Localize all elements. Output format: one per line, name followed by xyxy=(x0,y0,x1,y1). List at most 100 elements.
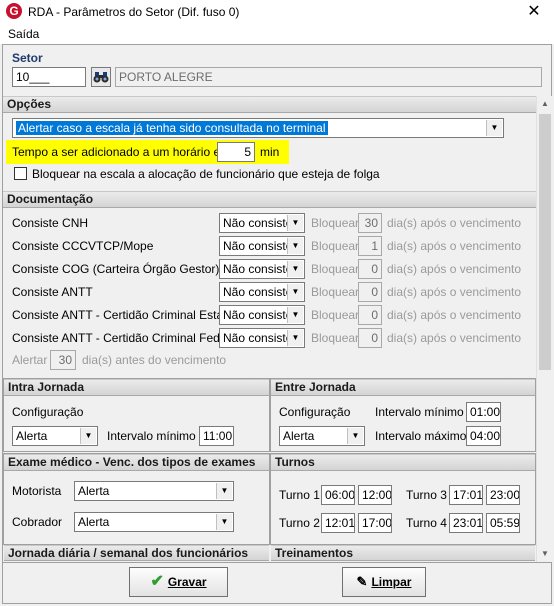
chevron-down-icon[interactable]: ▼ xyxy=(80,428,96,444)
clear-button[interactable]: ✎ Limpar xyxy=(342,567,426,597)
chevron-down-icon[interactable]: ▼ xyxy=(216,514,232,530)
bloquear-folga-label: Bloquear na escala a alocação de funcion… xyxy=(32,167,380,181)
scroll-up-icon[interactable]: ▲ xyxy=(537,96,553,112)
doc-row-block-label: Bloquear xyxy=(311,331,360,345)
tempo-input[interactable]: 5 xyxy=(217,142,255,162)
entre-min-input[interactable]: 01:00 xyxy=(466,402,501,422)
doc-row-block-label: Bloquear xyxy=(311,285,360,299)
doc-row-select[interactable]: Não consiste ▼ xyxy=(219,305,305,325)
turno-3-start-input[interactable]: 17:01 xyxy=(449,485,483,505)
doc-row-days-input: 0 xyxy=(358,328,382,348)
entre-config-label: Configuração xyxy=(279,405,351,419)
doc-row-after-label: dia(s) após o vencimento xyxy=(387,285,522,299)
doc-row-select-value: Não consiste xyxy=(223,239,293,253)
motorista-value: Alerta xyxy=(78,484,110,498)
exame-medico-header: Exame médico - Venc. dos tipos de exames xyxy=(4,454,269,471)
turno-3-label: Turno 3 xyxy=(406,488,447,502)
alertar-suffix: dia(s) antes do vencimento xyxy=(82,353,227,367)
entre-config-select[interactable]: Alerta ▼ xyxy=(279,426,365,446)
cobrador-value: Alerta xyxy=(78,515,110,529)
chevron-down-icon[interactable]: ▼ xyxy=(287,261,303,277)
save-label: Gravar xyxy=(167,575,207,589)
doc-row-select[interactable]: Não consiste ▼ xyxy=(219,328,305,348)
entre-jornada-header: Entre Jornada xyxy=(271,379,535,396)
intra-config-select[interactable]: Alerta ▼ xyxy=(12,426,98,446)
chevron-down-icon[interactable]: ▼ xyxy=(287,330,303,346)
setor-code-input[interactable]: 10___ xyxy=(12,67,86,87)
bloquear-folga-checkbox[interactable] xyxy=(14,167,27,180)
doc-row-label: Consiste ANTT xyxy=(12,285,93,299)
doc-row-after-label: dia(s) após o vencimento xyxy=(387,216,522,230)
chevron-down-icon[interactable]: ▼ xyxy=(287,238,303,254)
vertical-scrollbar[interactable]: ▲ ▼ xyxy=(536,96,552,562)
intra-interval-label: Intervalo mínimo xyxy=(107,429,196,443)
entre-min-label: Intervalo mínimo xyxy=(375,405,464,419)
tempo-unit: min xyxy=(260,145,280,159)
doc-row-label: Consiste CCCVTCP/Mope xyxy=(12,239,154,253)
doc-row-label: Consiste CNH xyxy=(12,216,89,230)
chevron-down-icon[interactable]: ▼ xyxy=(216,483,232,499)
turno-2-end-input[interactable]: 17:00 xyxy=(358,513,392,533)
turno-2-start-input[interactable]: 12:01 xyxy=(321,513,355,533)
intra-interval-input[interactable]: 11:00 xyxy=(199,426,234,446)
doc-row-days-input: 0 xyxy=(358,259,382,279)
chevron-down-icon[interactable]: ▼ xyxy=(287,284,303,300)
turno-1-end-input[interactable]: 12:00 xyxy=(358,485,392,505)
doc-row-select[interactable]: Não consiste ▼ xyxy=(219,282,305,302)
doc-row-label: Consiste COG (Carteira Órgão Gestor) xyxy=(12,262,220,276)
doc-row-block-label: Bloquear xyxy=(311,308,360,322)
doc-row-block-label: Bloquear xyxy=(311,262,360,276)
motorista-select[interactable]: Alerta ▼ xyxy=(74,481,234,501)
intra-jornada-header: Intra Jornada xyxy=(4,379,269,396)
scrollbar-thumb[interactable] xyxy=(539,114,551,370)
scroll-down-icon[interactable]: ▼ xyxy=(537,546,553,562)
window-title: RDA - Parâmetros do Setor (Dif. fuso 0) xyxy=(28,5,240,19)
turno-1-label: Turno 1 xyxy=(279,488,320,502)
doc-row-label: Consiste ANTT - Certidão Criminal Estadu… xyxy=(12,308,246,322)
doc-row-select-value: Não consiste xyxy=(223,216,293,230)
doc-row-select[interactable]: Não consiste ▼ xyxy=(219,236,305,256)
chevron-down-icon[interactable]: ▼ xyxy=(287,215,303,231)
intra-config-label: Configuração xyxy=(12,405,84,419)
chevron-down-icon[interactable]: ▼ xyxy=(347,428,363,444)
doc-row-block-label: Bloquear xyxy=(311,216,360,230)
doc-row-label: Consiste ANTT - Certidão Criminal Federa… xyxy=(12,331,240,345)
chevron-down-icon[interactable]: ▼ xyxy=(287,307,303,323)
close-icon[interactable]: ✕ xyxy=(520,2,548,22)
setor-label: Setor xyxy=(12,51,43,65)
eraser-icon: ✎ xyxy=(356,574,368,589)
cobrador-select[interactable]: Alerta ▼ xyxy=(74,512,234,532)
menu-bar: Saída xyxy=(0,24,554,44)
menu-item-saida[interactable]: Saída xyxy=(8,27,39,41)
app-logo-icon: G xyxy=(6,3,22,19)
doc-row-select-value: Não consiste xyxy=(223,285,293,299)
chevron-down-icon[interactable]: ▼ xyxy=(486,120,502,136)
entre-max-input[interactable]: 04:00 xyxy=(466,426,501,446)
turno-1-start-input[interactable]: 06:00 xyxy=(321,485,355,505)
doc-row-days-input: 0 xyxy=(358,305,382,325)
doc-row-after-label: dia(s) após o vencimento xyxy=(387,331,522,345)
alertar-label: Alertar xyxy=(12,353,48,367)
turno-4-start-input[interactable]: 23:01 xyxy=(449,513,483,533)
doc-row-select-value: Não consiste xyxy=(223,262,293,276)
jornada-header: Jornada diária / semanal dos funcionário… xyxy=(4,545,269,561)
turno-4-end-input[interactable]: 05:59 xyxy=(486,513,520,533)
binoculars-search-button[interactable] xyxy=(91,67,111,87)
doc-row-days-input: 1 xyxy=(358,236,382,256)
doc-row-block-label: Bloquear xyxy=(311,239,360,253)
save-button[interactable]: ✔ Gravar xyxy=(129,567,228,597)
doc-row-select[interactable]: Não consiste ▼ xyxy=(219,213,305,233)
intra-config-value: Alerta xyxy=(16,429,48,443)
entre-config-value: Alerta xyxy=(283,429,315,443)
alert-option-select[interactable]: Alertar caso a escala já tenha sido cons… xyxy=(12,118,504,138)
doc-row-select[interactable]: Não consiste ▼ xyxy=(219,259,305,279)
doc-row-select-value: Não consiste xyxy=(223,331,293,345)
check-icon: ✔ xyxy=(150,573,164,590)
binoculars-icon xyxy=(93,72,109,83)
turno-3-end-input[interactable]: 23:00 xyxy=(486,485,520,505)
entre-max-label: Intervalo máximo xyxy=(375,429,467,443)
doc-row-days-input: 0 xyxy=(358,282,382,302)
alertar-days-input: 30 xyxy=(50,350,76,370)
opcoes-section-header: Opções xyxy=(3,96,536,113)
setor-name-field: PORTO ALEGRE xyxy=(115,67,542,87)
